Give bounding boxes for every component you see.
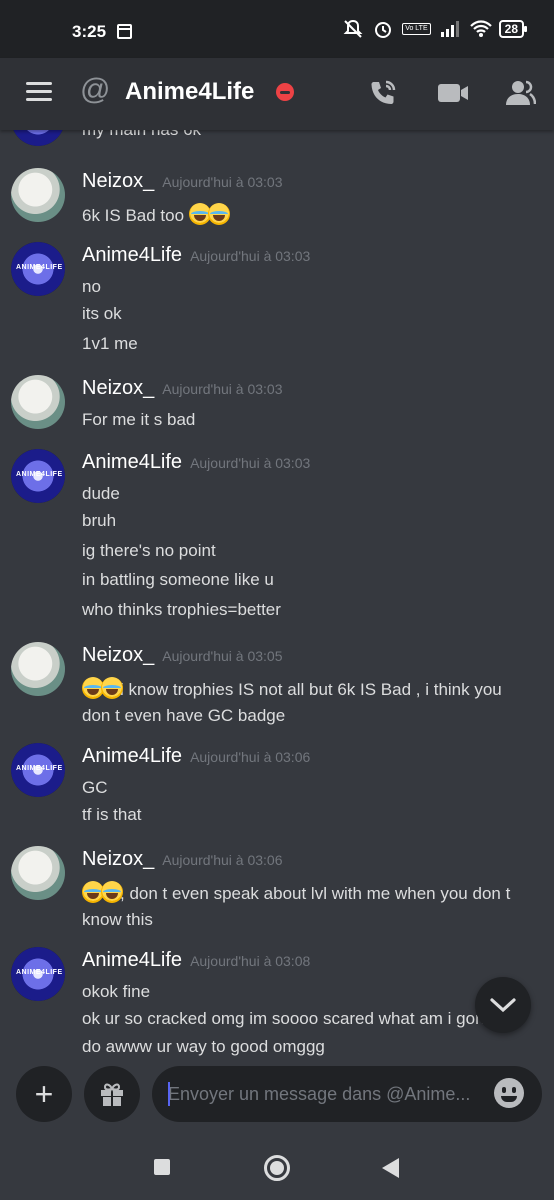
battery-indicator: 28 — [498, 20, 528, 38]
message-text: don t even have GC badge — [82, 706, 286, 725]
message-text: in battling someone like u — [82, 570, 274, 589]
avatar[interactable] — [11, 242, 65, 296]
status-bar: 3:25 Vo LTE 28 — [0, 0, 554, 58]
add-attachment-button[interactable]: + — [16, 1066, 72, 1122]
message-author[interactable]: Neizox_ Aujourd'hui à 03:03 — [82, 377, 282, 400]
message-text-content: , don t even speak about lvl with me whe… — [120, 884, 511, 903]
plus-icon: + — [34, 1076, 54, 1112]
wifi-icon — [469, 18, 492, 40]
page-title: Anime4Life — [125, 78, 255, 105]
message-input[interactable] — [152, 1066, 542, 1122]
text-caret — [168, 1082, 170, 1106]
message-author[interactable]: Neizox_ Aujourd'hui à 03:05 — [82, 644, 282, 667]
message-text: do awww ur way to good omggg — [82, 1037, 325, 1056]
home-icon[interactable] — [264, 1155, 290, 1181]
chevron-down-icon — [490, 998, 516, 1013]
joy-emoji-icon — [101, 881, 123, 903]
message-composer: + — [0, 1058, 554, 1130]
message-text: dude — [82, 484, 120, 503]
avatar[interactable] — [11, 449, 65, 503]
emoji-picker-icon[interactable] — [494, 1078, 524, 1108]
message-author[interactable]: Neizox_ Aujourd'hui à 03:06 — [82, 848, 282, 871]
message-author[interactable]: Anime4Life Aujourd'hui à 03:08 — [82, 949, 310, 972]
message-text-content: 6k IS Bad too — [82, 206, 185, 225]
joy-emoji-icon — [101, 677, 123, 699]
avatar[interactable] — [11, 743, 65, 797]
message-text: i know trophies IS not all but 6k IS Bad… — [82, 677, 502, 700]
author-name[interactable]: Anime4Life — [82, 244, 182, 266]
avatar[interactable] — [11, 130, 65, 146]
message-text-content: i know trophies IS not all but 6k IS Bad… — [120, 680, 502, 699]
scroll-to-bottom-button[interactable] — [475, 977, 531, 1033]
members-icon[interactable] — [502, 76, 537, 110]
timestamp: Aujourd'hui à 03:06 — [190, 749, 311, 765]
timestamp: Aujourd'hui à 03:05 — [162, 648, 283, 664]
avatar[interactable] — [11, 642, 65, 696]
author-name[interactable]: Neizox_ — [82, 377, 154, 399]
avatar[interactable] — [11, 846, 65, 900]
mute-icon — [342, 18, 364, 40]
avatar[interactable] — [11, 168, 65, 222]
message-text: 1v1 me — [82, 334, 138, 353]
message-text: its ok — [82, 304, 122, 323]
message-list[interactable]: my main has 6k Neizox_ Aujourd'hui à 03:0… — [0, 130, 554, 1058]
recent-apps-icon[interactable] — [154, 1159, 170, 1175]
message-text: no — [82, 277, 101, 296]
message-text: bruh — [82, 511, 117, 530]
message-text: who thinks trophies=better — [82, 600, 281, 619]
calendar-icon — [117, 24, 132, 39]
system-nav-bar — [0, 1130, 554, 1200]
signal-icon — [439, 18, 461, 40]
message-text: know this — [82, 910, 153, 929]
message-text: , don t even speak about lvl with me whe… — [82, 881, 510, 904]
voice-call-icon[interactable] — [366, 76, 400, 110]
message-author[interactable]: Anime4Life Aujourd'hui à 03:06 — [82, 745, 310, 768]
message-text: 6k IS Bad too — [82, 203, 230, 226]
avatar[interactable] — [11, 947, 65, 1001]
video-call-icon[interactable] — [436, 76, 470, 110]
status-icons: Vo LTE 28 — [342, 18, 528, 40]
author-name[interactable]: Neizox_ — [82, 644, 154, 666]
timestamp: Aujourd'hui à 03:06 — [162, 852, 283, 868]
author-name[interactable]: Neizox_ — [82, 848, 154, 870]
gift-button[interactable] — [84, 1066, 140, 1122]
at-icon: @ — [80, 73, 111, 106]
timestamp: Aujourd'hui à 03:03 — [162, 174, 283, 190]
gift-icon — [101, 1083, 123, 1106]
author-name[interactable]: Anime4Life — [82, 949, 182, 971]
author-name[interactable]: Anime4Life — [82, 451, 182, 473]
joy-emoji-icon — [207, 203, 230, 225]
message-text: okok fine — [82, 982, 151, 1001]
message-text: GC — [82, 778, 108, 797]
volte-icon: Vo LTE — [402, 23, 431, 35]
clock: 3:25 — [72, 22, 107, 41]
author-name[interactable]: Anime4Life — [82, 745, 182, 767]
avatar[interactable] — [11, 375, 65, 429]
alarm-icon — [372, 18, 394, 40]
back-icon[interactable] — [382, 1158, 399, 1178]
message-author[interactable]: Anime4Life Aujourd'hui à 03:03 — [82, 451, 310, 474]
message-author[interactable]: Neizox_ Aujourd'hui à 03:03 — [82, 170, 282, 193]
message-text: For me it s bad — [82, 410, 196, 429]
message-author[interactable]: Anime4Life Aujourd'hui à 03:03 — [82, 244, 310, 267]
message-text: ok ur so cracked omg im soooo scared wha… — [82, 1009, 504, 1028]
timestamp: Aujourd'hui à 03:03 — [190, 455, 311, 471]
timestamp: Aujourd'hui à 03:03 — [190, 248, 311, 264]
channel-header: @ Anime4Life — [0, 58, 554, 130]
dnd-status-icon — [276, 83, 294, 101]
menu-icon[interactable] — [26, 82, 52, 102]
author-name[interactable]: Neizox_ — [82, 170, 154, 192]
timestamp: Aujourd'hui à 03:03 — [162, 381, 283, 397]
message-text: my main has 6k — [82, 130, 201, 140]
timestamp: Aujourd'hui à 03:08 — [190, 953, 311, 969]
message-text: tf is that — [82, 805, 142, 824]
message-text: ig there's no point — [82, 541, 216, 560]
